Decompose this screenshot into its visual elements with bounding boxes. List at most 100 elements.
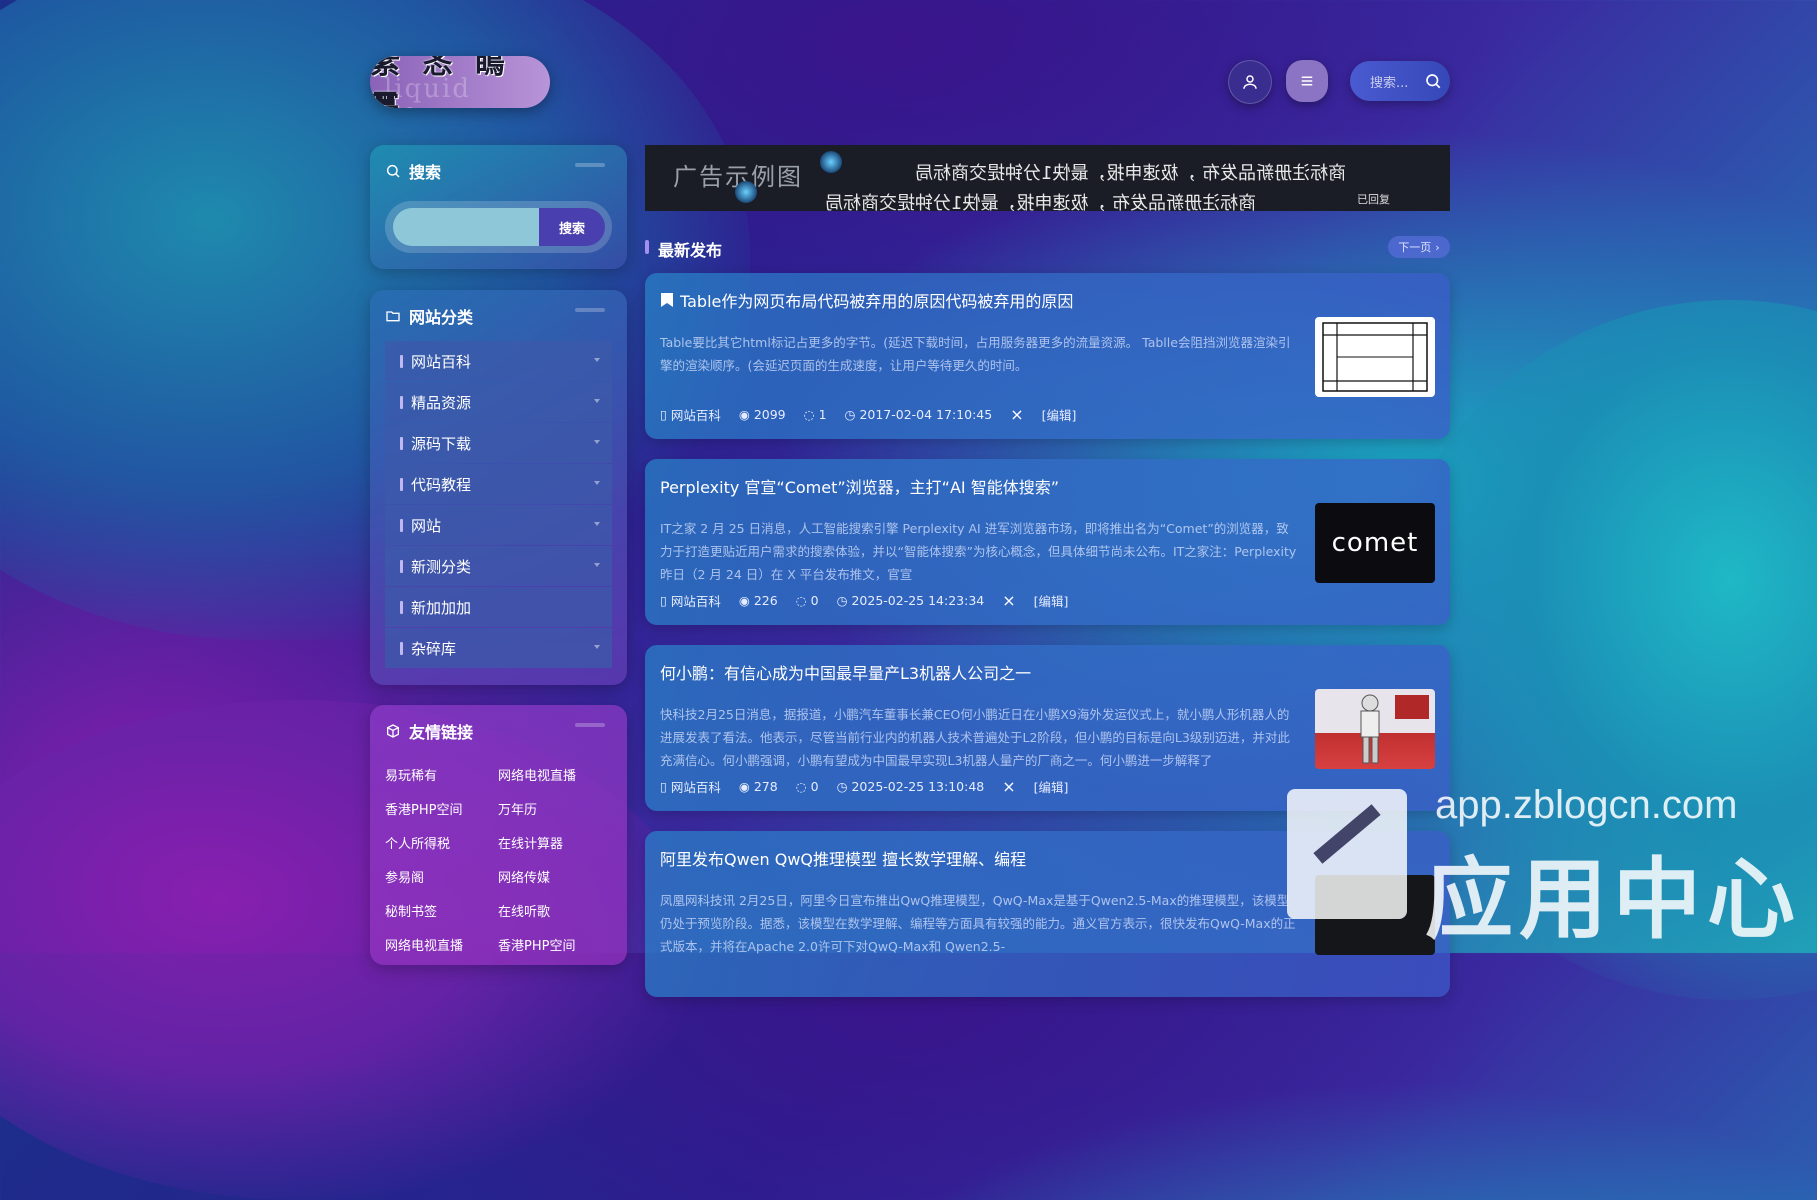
logo-text: 素 忞 瞗 靐 [370,56,511,108]
post-card[interactable]: Perplexity 官宣“Comet”浏览器，主打“AI 智能体搜索” IT之… [645,459,1450,625]
category-item[interactable]: 源码下载 [385,423,612,463]
ad-orb-icon [735,181,757,203]
menu-icon [1301,76,1313,86]
header-search[interactable]: 搜索... [1350,61,1450,101]
category-item[interactable]: 杂碎库 [385,628,612,668]
next-page-button[interactable]: 下一页 › [1388,236,1450,258]
post-thumbnail[interactable] [1315,317,1435,397]
friend-link[interactable]: 万年历 [498,799,612,818]
menu-button[interactable] [1286,60,1328,102]
category-item[interactable]: 精品资源 [385,382,612,422]
category-item[interactable]: 新测分类 [385,546,612,586]
file-icon: ▯ [660,593,667,608]
close-icon[interactable]: × [1002,777,1015,796]
folder-icon [386,311,400,322]
post-views: ◉ 226 [739,593,778,608]
friend-link[interactable]: 在线计算器 [498,833,612,852]
next-page-label: 下一页 [1398,241,1432,254]
site-logo[interactable]: liquid Gloss 素 忞 瞗 靐 [370,56,550,108]
chevron-down-icon[interactable] [594,399,600,403]
post-comments-count: 0 [810,593,819,608]
post-date-text: 2025-02-25 14:23:34 [851,593,985,608]
ad-corner-text: 已回复 [1357,193,1390,206]
sidebar-search-input[interactable] [393,208,539,246]
post-thumbnail[interactable] [1315,875,1435,955]
post-comments: ◌ 0 [796,779,819,794]
post-title-text: Perplexity 官宣“Comet”浏览器，主打“AI 智能体搜索” [660,478,1059,497]
post-excerpt: 凤凰网科技讯 2月25日，阿里今日宣布推出QwQ推理模型，QwQ-Max是基于Q… [660,893,1296,954]
category-label: 网站 [411,516,442,535]
category-item[interactable]: 网站百科 [385,341,612,381]
friend-link[interactable]: 网络电视直播 [498,765,612,784]
cube-icon [387,724,399,738]
category-item[interactable]: 代码教程 [385,464,612,504]
post-views-count: 2099 [753,407,786,422]
user-icon [1243,75,1257,89]
friend-link[interactable]: 易玩稀有 [385,765,498,784]
links-widget: 友情链接 易玩稀有 网络电视直播 香港PHP空间 万年历 个人所得税 在线计算器… [370,705,627,965]
sidebar-search-button[interactable]: 搜索 [539,208,605,246]
post-title[interactable]: Table作为网页布局代码被弃用的原因代码被弃用的原因 [660,288,1073,312]
category-label: 代码教程 [411,475,472,494]
post-card[interactable]: 何小鹏：有信心成为中国最早量产L3机器人公司之一 快科技2月25日消息，据报道，… [645,645,1450,811]
chevron-down-icon[interactable] [594,440,600,444]
friend-link[interactable]: 香港PHP空间 [385,799,498,818]
category-list: 网站百科 精品资源 源码下载 代码教程 网站 新测分类 新加加加 杂碎库 [385,341,612,669]
category-label: 源码下载 [411,434,472,453]
post-card[interactable]: Table作为网页布局代码被弃用的原因代码被弃用的原因 Table要比其它htm… [645,273,1450,439]
category-label: 精品资源 [411,393,472,412]
post-category[interactable]: ▯ 网站百科 [660,591,721,610]
edit-link[interactable]: [编辑] [1042,405,1077,424]
edit-link[interactable]: [编辑] [1034,777,1069,796]
close-icon[interactable]: × [1002,591,1015,610]
category-item[interactable]: 新加加加 [385,587,612,627]
post-category[interactable]: ▯ 网站百科 [660,777,721,796]
ad-banner[interactable]: 广告示例图 商标注册新品发布 ，极速申报，最快1分钟提交商标局 商标注册新品发布… [645,145,1450,211]
edit-link[interactable]: [编辑] [1034,591,1069,610]
post-category-text: 网站百科 [670,594,721,609]
friend-link[interactable]: 在线听歌 [498,901,612,920]
category-item[interactable]: 网站 [385,505,612,545]
post-views-count: 226 [753,593,778,608]
comment-icon: ◌ [803,407,815,422]
chevron-down-icon[interactable] [594,563,600,567]
post-card[interactable]: 阿里发布Qwen QwQ推理模型 擅长数学理解、编程 凤凰网科技讯 2月25日，… [645,831,1450,997]
user-button[interactable] [1228,60,1272,104]
category-label: 新测分类 [411,557,472,576]
search-widget-title: 搜索 [385,159,441,183]
section-header: 最新发布 下一页 › [645,236,1450,260]
chevron-down-icon[interactable] [594,522,600,526]
robot-image [1360,694,1429,764]
widget-decoration [575,723,605,727]
links-widget-title: 友情链接 [385,719,473,743]
search-widget-label: 搜索 [409,163,442,182]
post-category[interactable]: ▯ 网站百科 [660,405,721,424]
post-title[interactable]: 何小鹏：有信心成为中国最早量产L3机器人公司之一 [660,660,1031,684]
links-widget-label: 友情链接 [409,723,474,742]
friend-link[interactable]: 秘制书签 [385,901,498,920]
friend-link[interactable]: 网络电视直播 [385,935,498,954]
post-views-count: 278 [753,779,778,794]
post-thumbnail[interactable]: comet [1315,503,1435,583]
links-list: 易玩稀有 网络电视直播 香港PHP空间 万年历 个人所得税 在线计算器 参易阁 … [385,765,612,954]
post-title-text: 阿里发布Qwen QwQ推理模型 擅长数学理解、编程 [660,850,1027,869]
chevron-down-icon[interactable] [594,358,600,362]
file-icon: ▯ [660,407,667,422]
eye-icon: ◉ [738,779,750,794]
post-category-text: 网站百科 [670,780,721,795]
post-title[interactable]: Perplexity 官宣“Comet”浏览器，主打“AI 智能体搜索” [660,474,1059,498]
widget-decoration [575,308,605,312]
post-thumbnail[interactable] [1315,689,1435,769]
close-icon[interactable]: × [1010,405,1023,424]
post-excerpt: Table要比其它html标记占更多的字节。(延迟下载时间，占用服务器更多的流量… [660,335,1291,373]
friend-link[interactable]: 香港PHP空间 [498,935,612,954]
friend-link[interactable]: 网络传媒 [498,867,612,886]
friend-link[interactable]: 参易阁 [385,867,498,886]
friend-link[interactable]: 个人所得税 [385,833,498,852]
chevron-down-icon[interactable] [594,481,600,485]
category-label: 杂碎库 [411,639,457,658]
search-icon[interactable] [1424,72,1442,90]
post-title[interactable]: 阿里发布Qwen QwQ推理模型 擅长数学理解、编程 [660,846,1026,870]
chevron-down-icon[interactable] [594,645,600,649]
post-date: ◷ 2017-02-04 17:10:45 [845,407,993,422]
